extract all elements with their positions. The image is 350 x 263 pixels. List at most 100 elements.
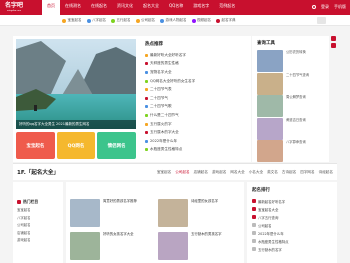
promo-tile[interactable]: 宝宝起名 (16, 132, 55, 159)
nav-item-names[interactable]: 起名大全 (138, 0, 164, 15)
hot-item-text: 二十四节气歌 (150, 104, 172, 109)
hot-item[interactable]: 最新好听大全好听名字 (145, 51, 249, 60)
left-column-item[interactable]: 八字起名 (17, 215, 31, 223)
search-icon[interactable] (312, 4, 316, 9)
rank-badge-icon (252, 223, 256, 227)
hot-item-text: 五行属木的字大全 (150, 130, 179, 135)
section-tab[interactable]: 网名大全 (230, 170, 244, 175)
sub-nav-label: 八字起名 (92, 18, 106, 22)
left-column-item[interactable]: 宝宝起名 (17, 207, 31, 215)
ranking-item[interactable]: 2022年是什么年 (252, 229, 289, 237)
ranking: 起名排行 最新起名好听名字 宝宝起名大全 八字五行查询 公司起名 2022年是什么年 水瓶… (247, 182, 337, 263)
section-title: 1F.「起名大全」 (17, 170, 59, 176)
hot-item[interactable]: QQ网名大全好听的女生名字 (145, 77, 249, 86)
category-icon (111, 18, 115, 23)
hot-item[interactable]: 二十四节气表 (145, 85, 249, 94)
site-logo[interactable]: 名字吧 mingziba.com (5, 2, 39, 13)
left-column: 热门栏目 宝宝起名 八字起名 公司起名 店铺起名 游戏起名 (13, 182, 63, 263)
ranking-item[interactable]: 公司起名 (252, 221, 289, 229)
left-column-item[interactable]: 店铺起名 (17, 230, 31, 238)
rank-badge-icon (252, 215, 256, 219)
hot-item[interactable]: 水瓶座男生性格特点 (145, 146, 249, 155)
hot-item[interactable]: 2022年是什么年 (145, 137, 249, 146)
main-nav: 首页 在线测名 在线起名 资讯文化 起名大全 QQ名称 游戏名字 范例起名 (42, 0, 240, 15)
tool-item[interactable]: 公历农历转换 (257, 50, 327, 72)
nav-item-naming[interactable]: 在线起名 (86, 0, 112, 15)
sub-nav-item[interactable]: 起名字典 (216, 18, 236, 23)
hot-item[interactable]: 二十四节气 (145, 94, 249, 103)
tool-text: 八字算命查询 (286, 140, 306, 144)
sub-nav-item[interactable]: 五行起名 (111, 18, 131, 23)
slider-caption[interactable]: 好听的qq名字大全男生 2021最新的男生网名 (16, 120, 136, 129)
article-card[interactable]: 好听的女孩名字大全 (70, 232, 154, 263)
article-card[interactable]: 五行缺木的男孩名字 (158, 232, 242, 263)
sub-nav-item[interactable]: 公司起名 (135, 18, 155, 23)
login-link[interactable]: 登录 (321, 4, 329, 10)
hot-item-text: 五行属火的字 (150, 121, 172, 126)
ranking-item[interactable]: 八字五行查询 (252, 213, 289, 221)
hot-title: 热点推荐 (145, 42, 163, 47)
section-tab[interactable]: 公司起名 (175, 170, 189, 175)
section-tab[interactable]: 诗经起名 (319, 170, 333, 175)
promo-tile[interactable]: QQ网名 (56, 132, 96, 159)
sub-nav-item[interactable]: 游戏人物起名 (160, 18, 187, 23)
sub-nav-item[interactable]: 宝宝起名 (62, 18, 82, 23)
side-button[interactable] (331, 36, 336, 41)
article-card[interactable]: 诗经里的女孩名字 (158, 199, 242, 235)
article-card[interactable]: 寓意好的男孩名字推荐 (70, 199, 154, 235)
section-tab[interactable]: 古诗起名 (282, 170, 296, 175)
left-column-item[interactable]: 公司起名 (17, 222, 31, 230)
hot-item[interactable]: 什么是二十四节气 (145, 111, 249, 120)
tool-text: 公历农历转换 (286, 50, 306, 54)
image-slider[interactable]: 好听的qq名字大全男生 2021最新的男生网名 (16, 39, 136, 129)
left-column-item[interactable]: 游戏起名 (17, 237, 31, 245)
hot-item-text: 什么是二十四节气 (150, 112, 179, 117)
side-strip (331, 36, 337, 162)
sub-nav-more-button[interactable] (317, 17, 326, 24)
ranking-item-text: 2022年是什么年 (258, 231, 284, 236)
side-button[interactable] (331, 43, 336, 48)
section-header: 1F.「起名大全」 宝宝起名 公司起名 店铺起名 游戏起名 网名大全 小名大全 英文名 古诗起… (13, 163, 337, 180)
hot-item[interactable]: 二十四节气歌 (145, 103, 249, 112)
rank-badge-icon (252, 199, 256, 203)
hot-item[interactable]: 宠物名字大全 (145, 68, 249, 77)
promo-tile[interactable]: 情侣网名 (97, 132, 137, 159)
hot-item-text: 2022年是什么年 (150, 138, 178, 143)
nav-item-qq-names[interactable]: QQ名称 (164, 0, 188, 15)
main-featured: 好听的qq名字大全男生 2021最新的男生网名 宝宝起名 QQ网名 情侣网名 热点推… (13, 36, 251, 162)
promo-tiles: 宝宝起名 QQ网名 情侣网名 (16, 132, 137, 159)
bullet-icon (17, 200, 21, 204)
nav-item-game-names[interactable]: 游戏名字 (188, 0, 214, 15)
tool-item[interactable]: 八字算命查询 (257, 140, 327, 162)
nav-item-home[interactable]: 首页 (42, 0, 60, 15)
mobile-link[interactable]: 手机版 (334, 4, 346, 10)
ranking-item[interactable]: 宝宝起名大全 (252, 205, 289, 213)
tool-item[interactable]: 二十四节气查询 (257, 72, 327, 95)
ranking-item[interactable]: 水瓶座男生性格特点 (252, 237, 289, 245)
bullet-icon (145, 88, 148, 92)
hot-item[interactable]: 五行属火的字 (145, 120, 249, 129)
section-tab[interactable]: 游戏起名 (212, 170, 226, 175)
section-tab[interactable]: 英文名 (267, 170, 278, 175)
hot-item[interactable]: 天秤座的男生性格 (145, 60, 249, 69)
sub-nav-item[interactable]: 视频起名 (191, 18, 211, 23)
ranking-item-text: 八字五行查询 (258, 215, 279, 220)
hot-item[interactable]: 五行属木的字大全 (145, 128, 249, 137)
section-tab[interactable]: 四字网名 (300, 170, 314, 175)
nav-item-name-test[interactable]: 在线测名 (60, 0, 86, 15)
nav-item-examples[interactable]: 范例起名 (214, 0, 240, 15)
ranking-item[interactable]: 五行缺水的名字 (252, 245, 289, 253)
sub-nav-item[interactable]: 八字起名 (86, 18, 106, 23)
tool-item[interactable]: 黄道吉日查询 (257, 117, 327, 140)
ranking-item[interactable]: 最新起名好听名字 (252, 197, 289, 205)
nav-item-culture[interactable]: 资讯文化 (112, 0, 138, 15)
ranking-item-text: 最新起名好听名字 (258, 199, 286, 204)
tool-text: 周公解梦查询 (286, 95, 306, 99)
hot-recommend: 热点推荐 最新好听大全好听名字 天秤座的男生性格 宠物名字大全 QQ网名大全好听的女生… (145, 36, 249, 162)
section-tab[interactable]: 店铺起名 (194, 170, 208, 175)
hot-list: 最新好听大全好听名字 天秤座的男生性格 宠物名字大全 QQ网名大全好听的女生名字 二十四… (145, 51, 249, 154)
section-tab[interactable]: 宝宝起名 (157, 170, 171, 175)
section-tab[interactable]: 小名大全 (249, 170, 263, 175)
tool-item[interactable]: 周公解梦查询 (257, 95, 327, 117)
hot-item-text: 二十四节气 (150, 95, 168, 100)
